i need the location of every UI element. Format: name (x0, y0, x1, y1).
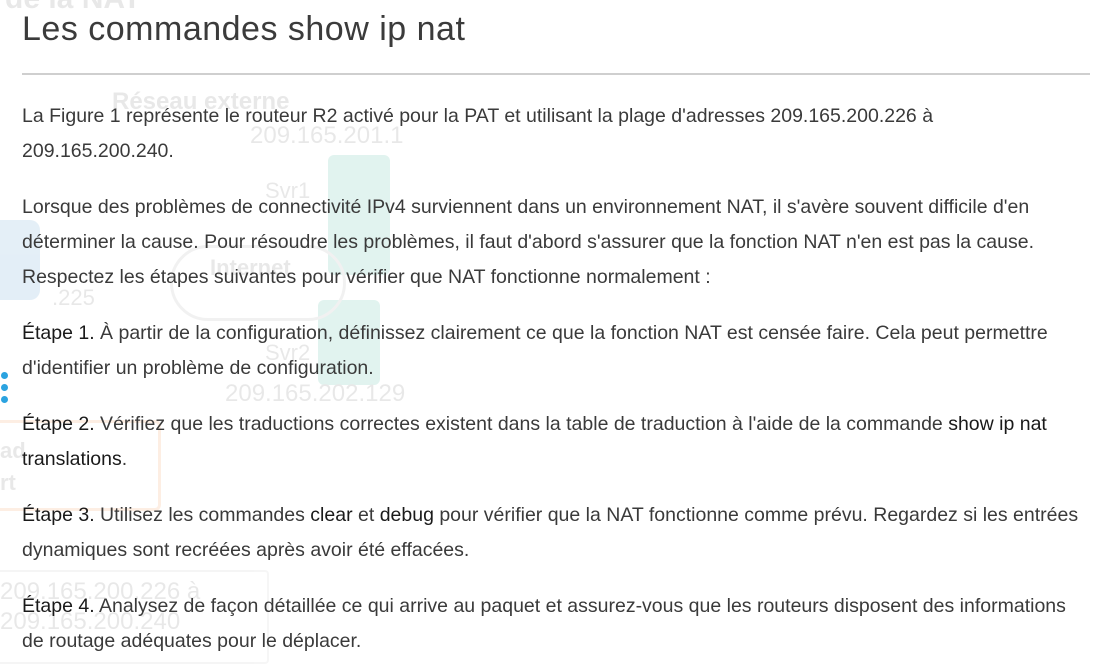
step-text: . (121, 448, 128, 470)
intro-paragraph: La Figure 1 représente le routeur R2 act… (22, 105, 934, 162)
step-3: Étape 3. Utilisez les commandes clear et… (22, 498, 1090, 568)
nav-dot[interactable] (1, 372, 8, 379)
intro-paragraph: Lorsque des problèmes de connectivité IP… (22, 196, 1034, 288)
step-label: Étape 1. (22, 322, 95, 344)
step-2: Étape 2. Vérifiez que les traductions co… (22, 407, 1090, 477)
step-1: Étape 1. À partir de la configuration, d… (22, 316, 1090, 386)
step-text: Vérifiez que les traductions correctes e… (94, 413, 949, 435)
nav-dot[interactable] (1, 384, 8, 391)
step-label: Étape 2. (22, 413, 95, 435)
step-4: Étape 4. Analysez de façon détaillée ce … (22, 589, 1090, 659)
main-content: Les commandes show ip nat La Figure 1 re… (22, 0, 1090, 659)
step-text: À partir de la configuration, définissez… (22, 322, 1048, 379)
ghost-fragment: rt (0, 470, 16, 495)
step-text: et (352, 504, 380, 526)
command-text: clear (310, 504, 353, 526)
step-label: Étape 4. (22, 595, 95, 617)
nav-dot[interactable] (1, 396, 8, 403)
command-text: debug (379, 504, 434, 526)
page-title: Les commandes show ip nat (22, 10, 466, 48)
step-text: Analysez de façon détaillée ce qui arriv… (22, 595, 1066, 652)
step-label: Étape 3. (22, 504, 95, 526)
title-divider (22, 73, 1090, 75)
page-nav-dots[interactable] (1, 372, 8, 408)
step-text: Utilisez les commandes (94, 504, 311, 526)
